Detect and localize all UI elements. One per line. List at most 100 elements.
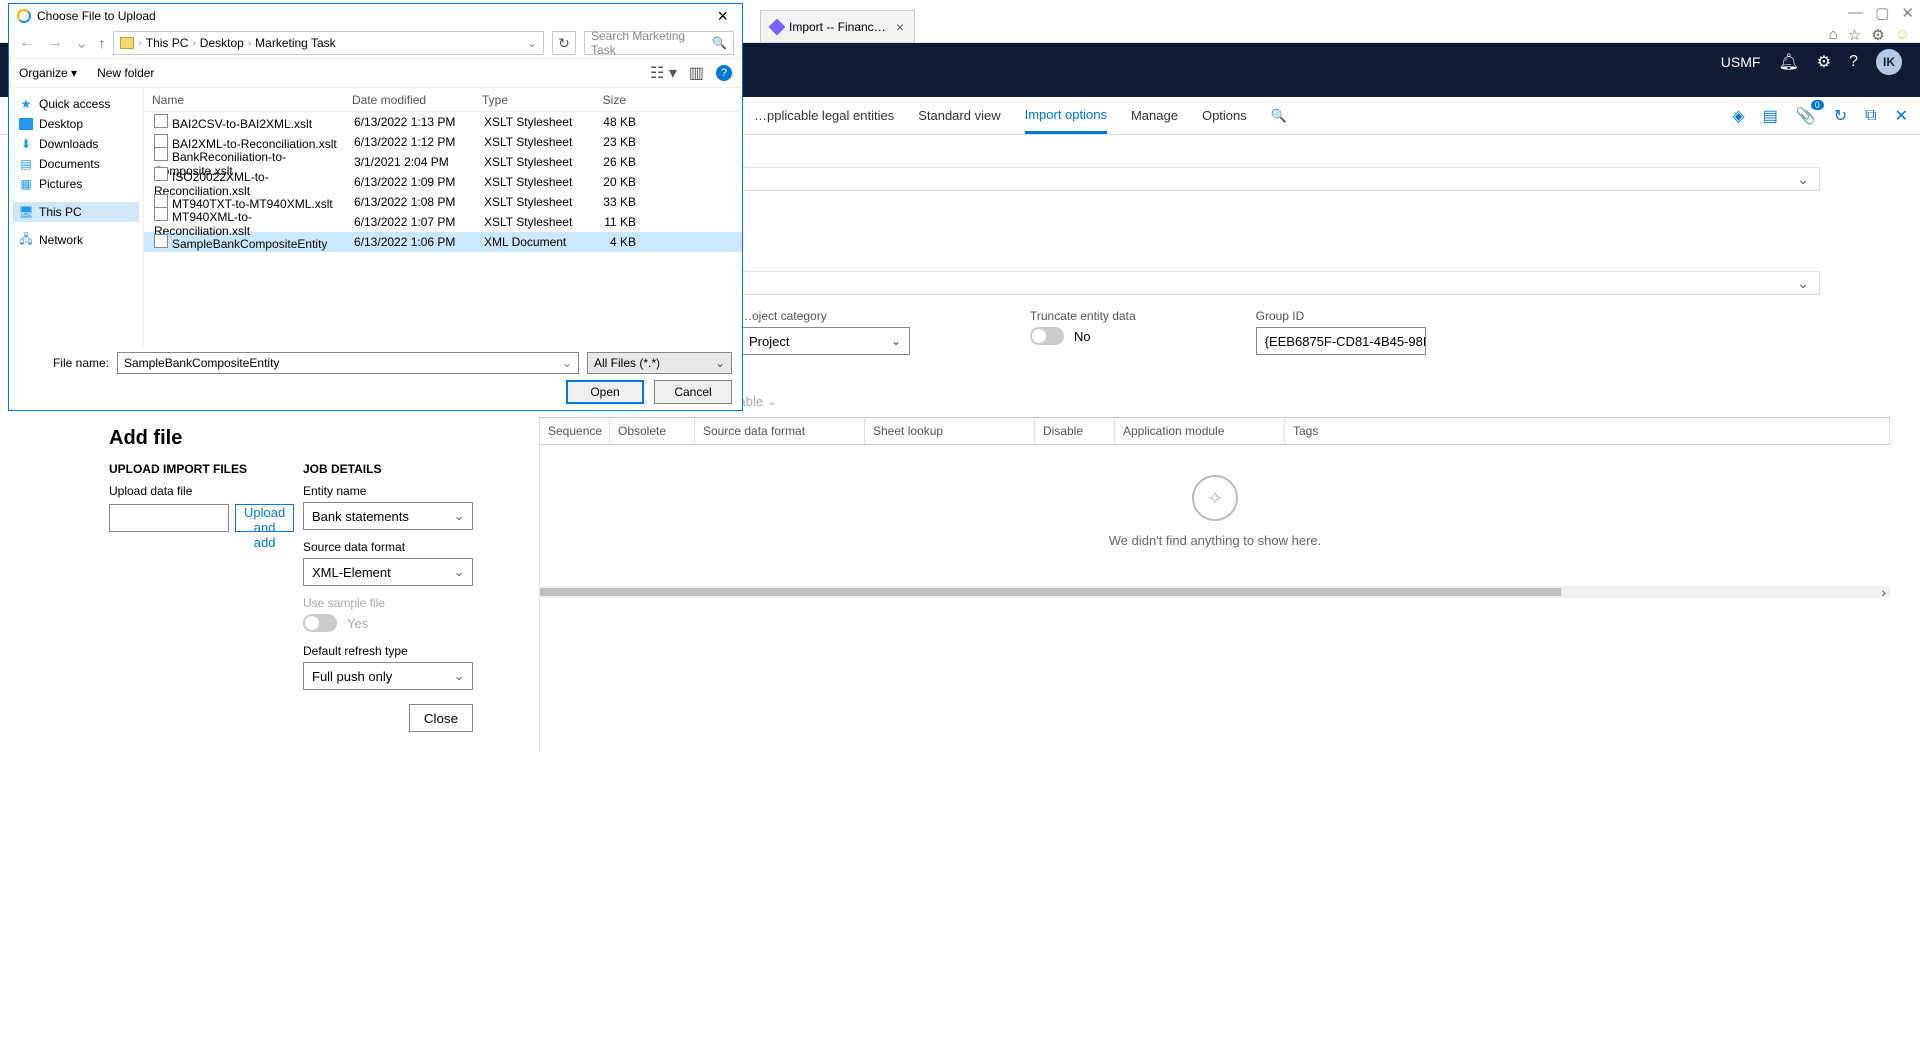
col-app-module[interactable]: Application module [1115,418,1285,444]
bell-icon[interactable]: 🔔︎ [1778,52,1798,72]
col-sheet[interactable]: Sheet lookup [865,418,1035,444]
preview-pane-icon[interactable]: ▥ [689,63,704,83]
organize-menu[interactable]: Organize ▾ [19,66,77,80]
browser-tab[interactable]: Import -- Finance and Oper… × [760,10,915,42]
nav-network[interactable]: 🖧Network [13,230,139,250]
open-button[interactable]: Open [566,380,644,404]
dialog-body: ★Quick access Desktop ⬇Downloads ▤Docume… [9,88,742,346]
nav-pictures[interactable]: ▦Pictures [13,174,139,194]
upload-and-add-button[interactable]: Upload and add [235,504,294,532]
refresh-icon[interactable]: ↻ [552,31,576,55]
nav-pane: ★Quick access Desktop ⬇Downloads ▤Docume… [9,88,144,346]
file-row[interactable]: BAI2CSV-to-BAI2XML.xslt6/13/2022 1:13 PM… [144,112,742,132]
upload-data-file-input[interactable] [109,504,229,532]
folder-icon [120,37,134,49]
tab-close-icon[interactable]: × [896,19,904,35]
col-type[interactable]: Type [474,93,574,107]
diamond-icon[interactable]: ◈ [1732,106,1744,126]
truncate-value: No [1074,329,1091,344]
filename-input[interactable]: SampleBankCompositeEntity ⌄ [117,352,579,374]
file-row[interactable]: ISO20022XML-to-Reconciliation.xslt6/13/2… [144,172,742,192]
chevron-down-icon[interactable]: ⌄ [562,356,572,370]
cmd-standard-view[interactable]: Standard view [918,108,1000,123]
popout-icon[interactable]: ⧉ [1865,107,1876,125]
gear-icon[interactable]: ⚙ [1817,52,1831,72]
office-icon[interactable]: ▤ [1763,106,1778,126]
file-icon [154,194,168,208]
window-close-icon[interactable]: ✕ [1901,4,1914,22]
chevron-down-icon: ⌄ [891,334,901,348]
entity-name-combo[interactable]: Bank statements⌄ [303,502,473,530]
cmd-import-options[interactable]: Import options [1025,97,1107,134]
file-type-filter[interactable]: All Files (*.*) ⌄ [587,352,732,374]
search-icon[interactable]: 🔍 [1271,108,1287,124]
use-sample-value: Yes [347,616,368,631]
nav-documents[interactable]: ▤Documents [13,154,139,174]
home-icon[interactable]: ⌂ [1829,26,1838,44]
empty-icon: ✧ [1192,475,1238,521]
filename-label: File name: [19,356,109,370]
truncate-toggle[interactable] [1030,327,1064,345]
dialog-bottom: File name: SampleBankCompositeEntity ⌄ A… [9,346,742,410]
back-icon[interactable]: ← [17,34,37,52]
cmd-manage[interactable]: Manage [1131,108,1178,123]
grid-scrollbar[interactable]: › [540,586,1890,598]
col-disable[interactable]: Disable [1035,418,1115,444]
file-open-dialog: Choose File to Upload × ← → ⌄ ↑ › This P… [8,3,743,411]
close-icon[interactable]: ✕ [1895,106,1908,126]
col-sequence[interactable]: Sequence [540,418,610,444]
breadcrumb[interactable]: › This PC › Desktop › Marketing Task ⌄ [113,31,544,55]
col-sdf[interactable]: Source data format [695,418,865,444]
file-row[interactable]: MT940XML-to-Reconciliation.xslt6/13/2022… [144,212,742,232]
col-obsolete[interactable]: Obsolete [610,418,695,444]
recent-icon[interactable]: ⌄ [73,33,90,53]
ie-icon [17,9,31,23]
bc-folder[interactable]: Marketing Task [255,36,335,50]
grid-header: Sequence Obsolete Source data format She… [540,417,1890,445]
chevron-down-icon[interactable]: ⌄ [527,36,537,50]
settings-gear-icon[interactable]: ⚙ [1871,26,1884,44]
scroll-right-icon[interactable]: › [1881,584,1886,600]
view-menu-icon[interactable]: ☷ ▾ [650,63,677,83]
col-name[interactable]: Name [144,93,344,107]
attachments-icon[interactable]: 📎 [1796,106,1816,126]
avatar[interactable]: IK [1876,49,1902,75]
col-tags[interactable]: Tags [1285,418,1890,444]
dialog-close-icon[interactable]: × [711,6,734,27]
scrollbar-thumb[interactable] [540,588,1561,596]
entity-name-value: Bank statements [312,509,409,524]
bc-this-pc[interactable]: This PC [146,36,189,50]
legal-entity[interactable]: USMF [1721,54,1761,70]
sdf-combo[interactable]: XML-Element⌄ [303,558,473,586]
chevron-down-icon: ⌄ [1797,275,1809,292]
refresh-icon[interactable]: ↻ [1834,106,1847,126]
up-icon[interactable]: ↑ [98,35,105,51]
col-size[interactable]: Size [574,93,634,107]
bc-desktop[interactable]: Desktop [200,36,244,50]
file-icon [154,147,168,161]
cmd-legal-entities[interactable]: …pplicable legal entities [754,108,894,123]
search-input[interactable]: Search Marketing Task 🔍 [584,31,734,55]
nav-desktop[interactable]: Desktop [13,114,139,134]
cancel-button[interactable]: Cancel [654,380,732,404]
window-minimize-icon[interactable]: — [1848,4,1863,22]
close-button[interactable]: Close [409,704,473,732]
emoji-face-icon[interactable]: ☺ [1895,26,1910,44]
col-date[interactable]: Date modified [344,93,474,107]
window-maximize-icon[interactable]: ▢ [1875,4,1889,22]
refresh-type-combo[interactable]: Full push only⌄ [303,662,473,690]
new-folder-button[interactable]: New folder [97,66,154,80]
cmd-options[interactable]: Options [1202,108,1247,123]
details-panel: …oject category Project ⌄ Truncate entit… [740,309,1820,355]
group-id-value[interactable]: {EEB6875F-CD81-4B45-98FA-66… [1256,327,1426,355]
search-placeholder: Search Marketing Task [591,29,712,57]
nav-this-pc[interactable]: 🖥This PC [13,202,139,222]
project-category-combo[interactable]: Project ⌄ [740,327,910,355]
project-category-value: Project [749,334,789,349]
help-icon[interactable]: ? [1849,53,1858,71]
file-row[interactable]: SampleBankCompositeEntity6/13/2022 1:06 … [144,232,742,252]
help-icon[interactable]: ? [716,65,732,81]
nav-quick-access[interactable]: ★Quick access [13,94,139,114]
favorite-icon[interactable]: ☆ [1848,26,1861,44]
nav-downloads[interactable]: ⬇Downloads [13,134,139,154]
